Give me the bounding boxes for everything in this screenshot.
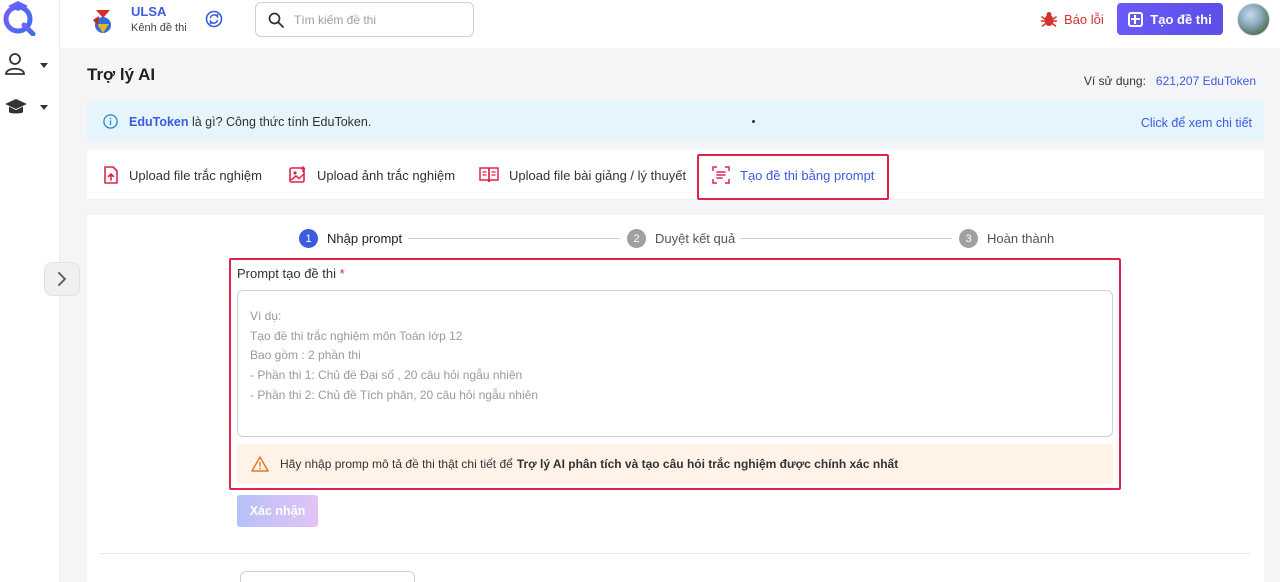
chevron-down-icon	[40, 105, 48, 110]
step-label: Duyệt kết quả	[655, 231, 736, 246]
ulsa-logo[interactable]	[90, 6, 116, 36]
next-section-field[interactable]	[240, 571, 415, 582]
app-logo[interactable]	[2, 0, 36, 36]
confirm-button[interactable]: Xác nhận	[237, 495, 318, 527]
wallet-balance: Ví sử dụng: 621,207 EduToken	[1084, 74, 1256, 88]
create-exam-label: Tạo đề thi	[1150, 11, 1212, 27]
tab-upload-quiz-image[interactable]: Upload ảnh trắc nghiệm	[289, 150, 455, 200]
prompt-label: Prompt tạo đề thi *	[237, 266, 345, 281]
wallet-label: Ví sử dụng:	[1083, 74, 1146, 88]
divider	[100, 553, 1250, 554]
channel-subtitle: Kênh đề thi	[131, 22, 187, 34]
prompt-warning: Hãy nhập promp mô tả đề thi thật chi tiế…	[237, 444, 1113, 484]
step-2: 2 Duyệt kết quả	[627, 229, 735, 248]
active-tab-highlight	[697, 154, 889, 200]
create-exam-button[interactable]: Tạo đề thi	[1117, 3, 1223, 35]
sidebar-expand-button[interactable]	[44, 262, 80, 296]
banner-details-link[interactable]: Click để xem chi tiết	[1141, 116, 1252, 130]
file-upload-icon	[103, 166, 119, 184]
warning-emphasis: Trợ lý AI phân tích và tạo câu hỏi trắc …	[516, 457, 899, 471]
required-mark: *	[339, 266, 345, 281]
step-connector	[740, 238, 952, 239]
info-icon	[103, 114, 118, 129]
tab-upload-quiz-file[interactable]: Upload file trắc nghiệm	[103, 150, 262, 200]
search-box[interactable]	[255, 2, 474, 37]
banner-description: là gì? Công thức tính EduToken.	[188, 115, 372, 129]
chevron-right-icon	[58, 272, 67, 286]
step-3: 3 Hoàn thành	[959, 229, 1054, 248]
tab-label: Upload file bài giảng / lý thuyết	[509, 167, 687, 183]
course-menu[interactable]	[4, 93, 56, 121]
graduation-cap-icon	[5, 99, 27, 114]
book-icon	[479, 166, 499, 184]
channel-name[interactable]: ULSA	[131, 4, 166, 19]
step-number: 1	[299, 229, 318, 248]
prompt-label-text: Prompt tạo đề thi	[237, 266, 336, 281]
banner-dot	[752, 120, 755, 123]
report-bug-label: Báo lỗi	[1064, 11, 1104, 27]
step-number: 3	[959, 229, 978, 248]
chevron-down-icon	[40, 63, 48, 68]
tab-label: Upload ảnh trắc nghiệm	[317, 167, 456, 183]
add-box-icon	[1128, 11, 1144, 27]
step-number: 2	[627, 229, 646, 248]
step-label: Hoàn thành	[987, 231, 1055, 246]
step-connector	[408, 238, 620, 239]
banner-brand: EduToken	[129, 115, 189, 129]
user-icon	[5, 53, 25, 75]
page-title: Trợ lý AI	[87, 65, 156, 84]
image-upload-icon	[289, 166, 307, 184]
top-header: ULSA Kênh đề thi Báo lỗi Tạo đề thi	[60, 0, 1280, 48]
step-label: Nhập prompt	[327, 231, 403, 246]
tab-label: Upload file trắc nghiệm	[129, 167, 262, 183]
upload-tabs: Upload file trắc nghiệm Upload ảnh trắc …	[87, 150, 1264, 200]
info-banner: EduToken là gì? Công thức tính EduToken.…	[87, 101, 1264, 141]
report-bug-button[interactable]: Báo lỗi	[1040, 8, 1104, 30]
warning-text: Hãy nhập promp mô tả đề thi thật chi tiế…	[280, 457, 513, 471]
step-1: 1 Nhập prompt	[299, 229, 402, 248]
user-menu[interactable]	[4, 50, 56, 78]
avatar[interactable]	[1237, 3, 1270, 36]
bug-icon	[1040, 12, 1058, 27]
stepper: 1 Nhập prompt 2 Duyệt kết quả 3 Hoàn thà…	[299, 229, 1059, 249]
switch-channel-icon[interactable]	[205, 10, 223, 28]
warning-icon	[251, 456, 269, 472]
banner-text: EduToken là gì? Công thức tính EduToken.	[129, 115, 371, 129]
wallet-value[interactable]: 621,207 EduToken	[1156, 74, 1256, 88]
search-icon	[268, 12, 284, 28]
search-input[interactable]	[294, 12, 464, 27]
tab-upload-lecture[interactable]: Upload file bài giảng / lý thuyết	[479, 150, 686, 200]
prompt-textarea[interactable]	[237, 290, 1113, 437]
